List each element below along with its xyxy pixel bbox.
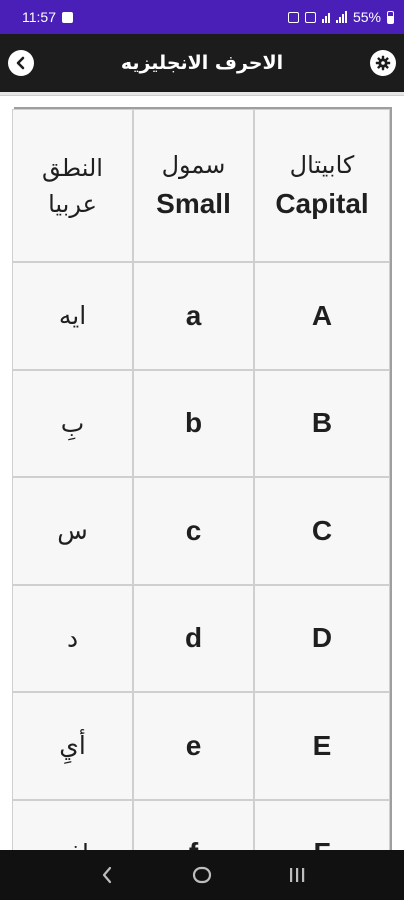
header-capital-ar: كابيتال [289,150,355,179]
mute-icon [304,11,316,23]
signal-icon [335,11,347,23]
nav-back-button[interactable] [87,855,127,895]
divider [0,92,404,96]
header-small-ar: سمول [161,150,226,179]
battery-icon [387,10,394,24]
chevron-left-icon [16,56,25,70]
small-letter-cell[interactable]: b [133,369,254,477]
app-bar: الاحرف الانجليزيه [0,34,404,92]
small-letter-cell[interactable]: e [133,692,254,800]
home-nav-icon [192,866,212,884]
capital-letter-cell[interactable]: F [254,799,390,850]
recents-nav-icon [289,868,304,882]
pronunciation-cell[interactable]: إف [12,799,133,850]
pronunciation-cell[interactable]: د [12,584,133,692]
header-capital-en: Capital [275,187,369,219]
header-capital: كابيتال Capital [254,109,390,262]
status-bar: 11:57 55% [0,0,404,34]
capital-letter-cell[interactable]: A [254,262,390,370]
pronunciation-cell[interactable]: س [12,477,133,585]
gear-icon [375,55,391,71]
battery-percent: 55% [352,9,381,25]
header-pron-line2: عربيا [48,189,97,218]
header-small-en: Small [156,187,231,219]
status-left: 11:57 [22,9,73,25]
back-nav-icon [103,866,112,884]
capital-letter-cell[interactable]: E [254,692,390,800]
header-pronunciation: النطق عربيا [12,109,133,262]
status-right: 55% [287,9,394,25]
letters-table: كابيتال Capital سمول Small النطق عربيا A… [12,107,392,850]
small-letter-cell[interactable]: f [133,799,254,850]
status-time: 11:57 [22,9,56,25]
settings-button[interactable] [370,50,396,76]
header-pron-line1: النطق [42,153,103,182]
back-button[interactable] [8,50,34,76]
page-title: الاحرف الانجليزيه [120,52,284,74]
content-area[interactable]: كابيتال Capital سمول Small النطق عربيا A… [0,92,404,850]
wifi-icon [321,11,330,23]
capital-letter-cell[interactable]: D [254,584,390,692]
nav-home-button[interactable] [182,855,222,895]
pronunciation-cell[interactable]: ايه [12,262,133,370]
small-letter-cell[interactable]: a [133,262,254,370]
alarm-icon [287,11,299,23]
system-nav-bar [0,850,404,900]
header-small: سمول Small [133,109,254,262]
pronunciation-cell[interactable]: أيِ [12,692,133,800]
pronunciation-cell[interactable]: بِ [12,369,133,477]
message-icon [62,11,73,23]
capital-letter-cell[interactable]: C [254,477,390,585]
small-letter-cell[interactable]: d [133,584,254,692]
capital-letter-cell[interactable]: B [254,369,390,477]
nav-recents-button[interactable] [277,855,317,895]
small-letter-cell[interactable]: c [133,477,254,585]
